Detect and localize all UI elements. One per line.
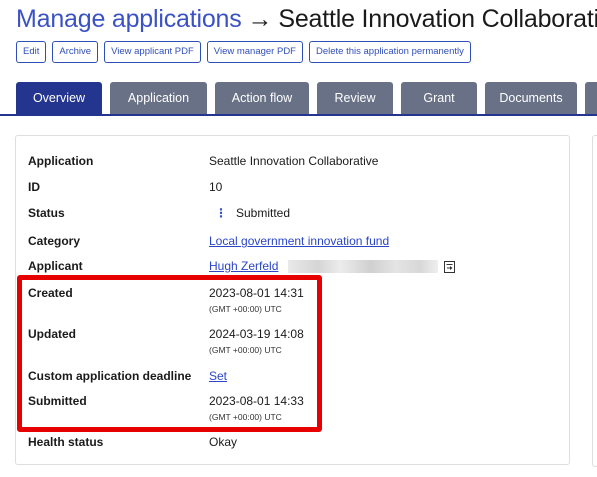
redacted-email [288,260,439,274]
tab-application[interactable]: Application [110,82,207,114]
tab-overview[interactable]: Overview [16,82,102,114]
set-deadline-link[interactable]: Set [209,369,227,383]
status-text: Submitted [236,206,291,220]
submitted-value: 2023-08-01 14:33 (GMT +00:00) UTC [209,394,304,422]
status-value: ⋮ Submitted [209,206,290,220]
breadcrumb-arrow: → [247,5,273,33]
submitted-datetime: 2023-08-01 14:33 [209,394,304,408]
tab-grant[interactable]: Grant [401,82,477,114]
tab-review[interactable]: Review [317,82,393,114]
applicant-value: Hugh Zerfeld [209,259,456,274]
kebab-dots-icon[interactable]: ⋮ [215,206,227,220]
archive-button[interactable]: Archive [52,41,99,63]
view-manager-pdf-button[interactable]: View manager PDF [206,41,303,63]
delete-application-button[interactable]: Delete this application permanently [309,41,471,63]
detail-label: Health status [28,435,104,449]
application-name-value: Seattle Innovation Collaborative [209,154,379,168]
edit-button[interactable]: Edit [16,41,47,63]
page-title: Manage applications → Seattle Innovation C… [16,4,597,34]
timezone-note: (GMT +00:00) UTC [209,412,282,422]
tab-bar: Overview Application Action flow Review … [16,82,597,114]
timezone-note: (GMT +00:00) UTC [209,304,282,314]
detail-label: Submitted [28,394,87,408]
action-bar: Edit Archive View applicant PDF View man… [16,41,471,63]
applicant-link[interactable]: Hugh Zerfeld [209,259,278,273]
created-datetime: 2023-08-01 14:31 [209,286,304,300]
breadcrumb-manage-applications[interactable]: Manage applications [16,5,242,33]
tab-action-flow[interactable]: Action flow [215,82,309,114]
created-value: 2023-08-01 14:31 (GMT +00:00) UTC [209,286,304,314]
detail-label: Updated [28,327,76,341]
copy-icon[interactable] [444,260,456,273]
updated-datetime: 2024-03-19 14:08 [209,327,304,341]
detail-label: Application [28,154,94,168]
side-panel-card [592,135,597,467]
health-status-value: Okay [209,435,238,449]
detail-label: Category [28,234,81,248]
tab-documents[interactable]: Documents [485,82,577,114]
timezone-note: (GMT +00:00) UTC [209,345,282,355]
id-value: 10 [209,180,223,194]
updated-value: 2024-03-19 14:08 (GMT +00:00) UTC [209,327,304,355]
detail-label: Applicant [28,259,83,273]
detail-label: ID [28,180,40,194]
view-applicant-pdf-button[interactable]: View applicant PDF [104,41,201,63]
detail-label: Status [28,206,65,220]
tab-overflow[interactable] [585,82,597,114]
application-name-title: Seattle Innovation Collaborative [278,5,597,33]
category-link[interactable]: Local government innovation fund [209,234,389,248]
detail-label: Created [28,286,73,300]
tabs-divider [0,114,597,116]
detail-label: Custom application deadline [28,369,192,383]
